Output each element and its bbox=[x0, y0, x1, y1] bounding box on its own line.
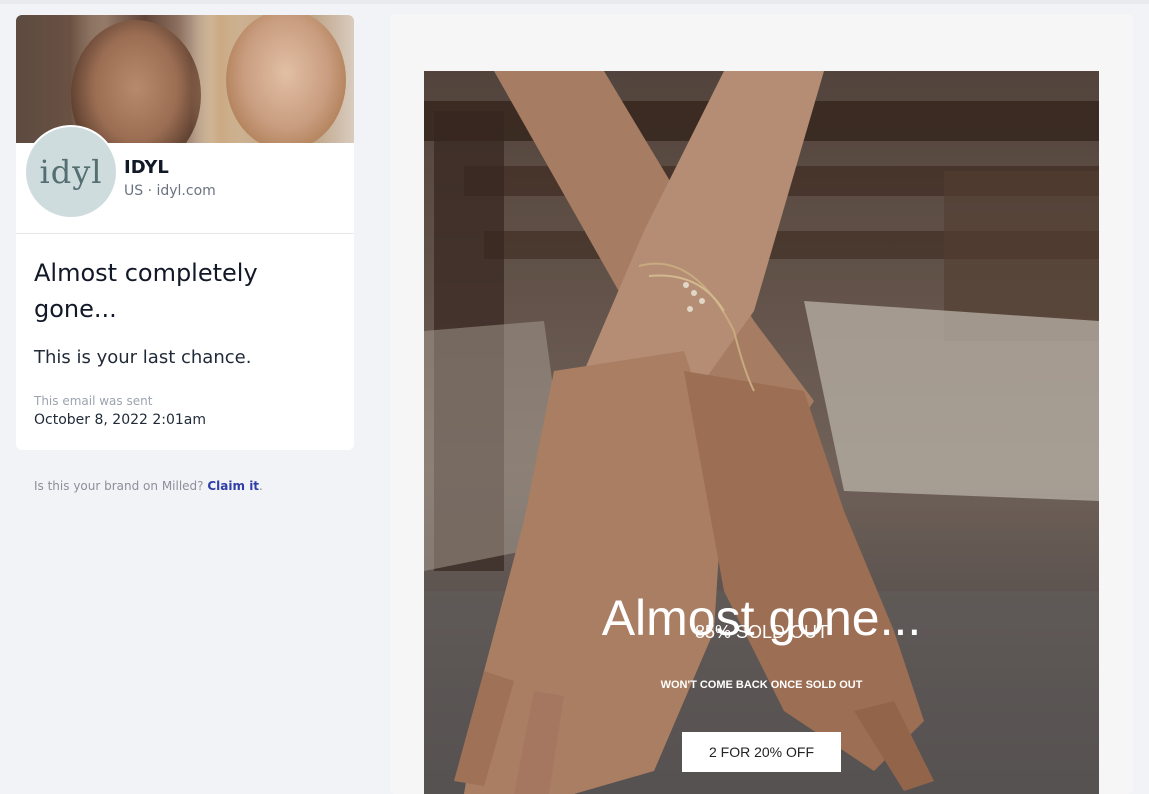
claim-text: Is this your brand on Milled? bbox=[34, 479, 204, 493]
email-subject: Almost completely gone... bbox=[34, 259, 258, 323]
email-preview: This is your last chance. bbox=[34, 347, 252, 368]
top-strip bbox=[0, 0, 1149, 4]
cta-button[interactable]: 2 FOR 20% OFF bbox=[682, 732, 841, 772]
sent-label: This email was sent bbox=[34, 394, 153, 408]
sent-date: October 8, 2022 2:01am bbox=[34, 412, 207, 428]
claim-suffix: . bbox=[259, 479, 263, 493]
claim-link[interactable]: Claim it bbox=[207, 479, 259, 493]
hero-subtitle: 85% SOLD OUT bbox=[694, 622, 829, 642]
brand-meta: US · idyl.com bbox=[124, 183, 216, 199]
hero-note: WON'T COME BACK ONCE SOLD OUT bbox=[660, 679, 863, 691]
brand-card: idyl IDYL US · idyl.com Almost completel… bbox=[16, 15, 354, 450]
brand-cover-image bbox=[16, 15, 354, 143]
claim-brand-prompt: Is this your brand on Milled? Claim it. bbox=[34, 479, 263, 493]
divider bbox=[16, 233, 354, 234]
hero-banner: Almost gone... 85% SOLD OUT WON'T COME B… bbox=[424, 71, 1099, 794]
brand-logo[interactable]: idyl bbox=[24, 125, 118, 219]
brand-name[interactable]: IDYL bbox=[124, 157, 169, 178]
